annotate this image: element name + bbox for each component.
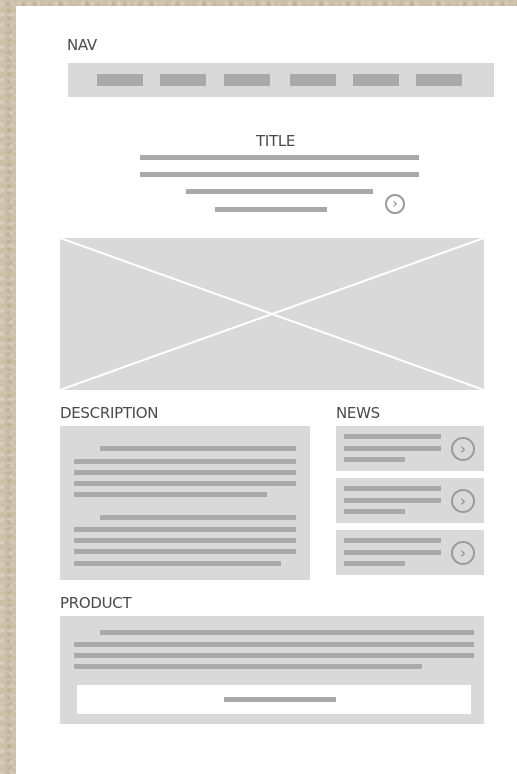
- product-panel: [60, 616, 484, 724]
- title-text-line: [140, 155, 419, 160]
- nav-bar: [68, 63, 494, 97]
- news-text-line: [344, 561, 405, 566]
- nav-item[interactable]: [160, 74, 206, 86]
- title-text-line: [186, 189, 373, 194]
- product-text-line: [74, 653, 474, 658]
- nav-item[interactable]: [416, 74, 462, 86]
- description-text-line: [74, 492, 267, 497]
- news-item[interactable]: ›: [336, 478, 484, 523]
- chevron-right-circle-icon[interactable]: ›: [451, 489, 475, 513]
- news-text-line: [344, 509, 405, 514]
- chevron-right-circle-icon[interactable]: ›: [451, 437, 475, 461]
- description-text-line: [74, 470, 296, 475]
- product-button-label-line: [224, 697, 336, 702]
- news-text-line: [344, 434, 441, 439]
- description-text-line: [74, 538, 296, 543]
- description-label: DESCRIPTION: [60, 404, 159, 422]
- title-text-line: [140, 172, 419, 177]
- news-item[interactable]: ›: [336, 530, 484, 575]
- news-text-line: [344, 486, 441, 491]
- nav-item[interactable]: [224, 74, 270, 86]
- chevron-right-circle-icon[interactable]: ›: [451, 541, 475, 565]
- news-text-line: [344, 550, 441, 555]
- product-text-line: [100, 630, 474, 635]
- image-placeholder: [60, 238, 484, 390]
- news-text-line: [344, 538, 441, 543]
- nav-item[interactable]: [353, 74, 399, 86]
- description-text-line: [100, 515, 296, 520]
- wireframe-sheet: NAV TITLE › DESCRIPTION NEWS › › › PRODU…: [16, 6, 517, 774]
- description-text-line: [74, 549, 296, 554]
- description-text-line: [74, 459, 296, 464]
- news-label: NEWS: [336, 404, 380, 422]
- description-text-line: [100, 446, 296, 451]
- chevron-right-circle-icon[interactable]: ›: [385, 194, 405, 214]
- news-text-line: [344, 446, 441, 451]
- nav-item[interactable]: [97, 74, 143, 86]
- news-item[interactable]: ›: [336, 426, 484, 471]
- title-label: TITLE: [256, 132, 296, 150]
- product-label: PRODUCT: [60, 594, 132, 612]
- product-action-button[interactable]: [77, 685, 471, 714]
- description-text-line: [74, 481, 296, 486]
- nav-item[interactable]: [290, 74, 336, 86]
- nav-label: NAV: [67, 36, 97, 54]
- product-text-line: [74, 642, 474, 647]
- product-text-line: [74, 664, 422, 669]
- description-text-line: [74, 527, 296, 532]
- news-text-line: [344, 457, 405, 462]
- title-text-line: [215, 207, 327, 212]
- description-panel: [60, 426, 310, 580]
- description-text-line: [74, 561, 281, 566]
- news-text-line: [344, 498, 441, 503]
